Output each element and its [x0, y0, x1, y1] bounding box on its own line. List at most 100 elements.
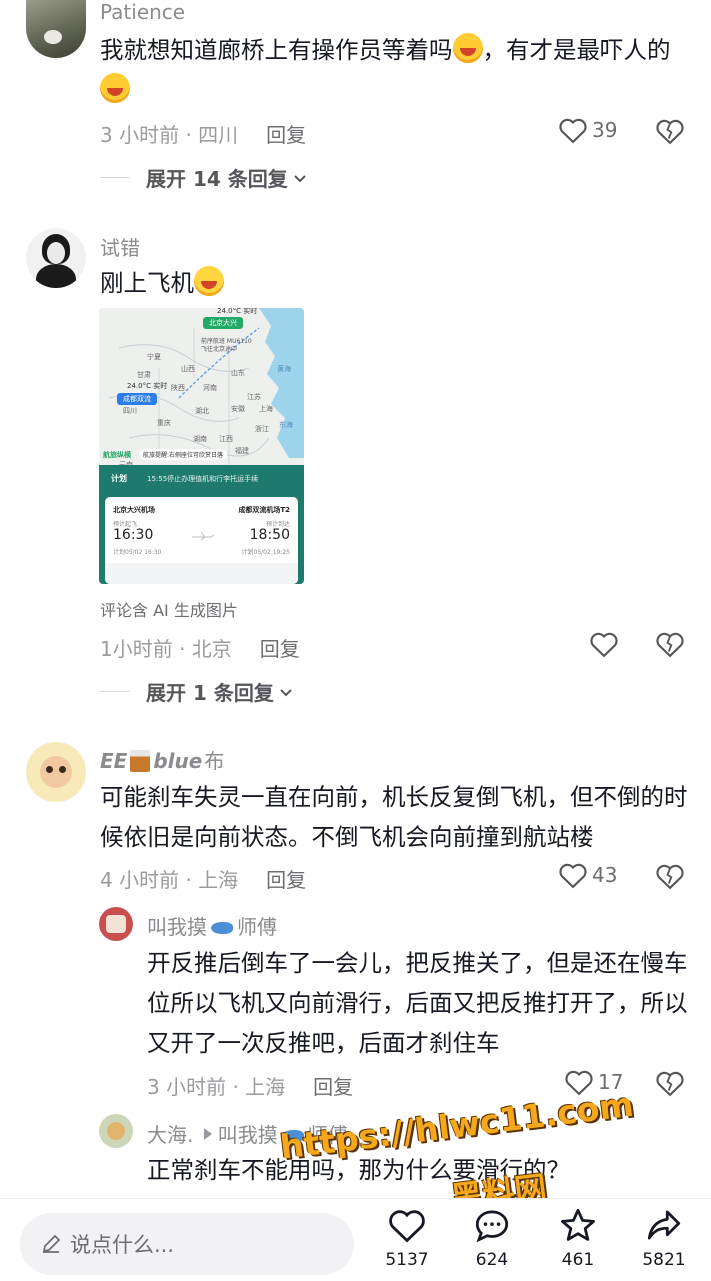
tab-strip — [105, 563, 298, 584]
province-label: 陕西 — [171, 384, 185, 392]
like-button[interactable] — [589, 630, 619, 658]
dislike-heart-icon[interactable] — [655, 1069, 685, 1097]
time-location: 1小时前 · 北京 — [100, 637, 232, 661]
comment-text: 刚上飞机 — [100, 263, 224, 303]
brand-label: 航旅纵横 — [103, 451, 131, 459]
like-count: 43 — [592, 863, 618, 887]
play-arrow-icon — [203, 1128, 212, 1140]
username[interactable]: Patience — [100, 0, 185, 24]
like-button[interactable]: 39 — [558, 116, 617, 144]
avatar[interactable] — [26, 0, 86, 58]
province-label: 宁夏 — [147, 353, 161, 361]
comment-meta: 1小时前 · 北京 回复 — [100, 633, 300, 662]
username-part: EE — [100, 749, 128, 773]
avatar[interactable] — [99, 1114, 133, 1148]
province-label: 湖北 — [195, 407, 209, 415]
comment-count: 624 — [475, 1250, 509, 1270]
ai-note: 评论含 AI 生成图片 — [100, 601, 238, 620]
pencil-icon — [42, 1234, 61, 1253]
notice-text: 航旅提醒:右侧座位可欣赏日落 — [143, 452, 224, 459]
comment-text-part: ，有才是最吓人的 — [482, 36, 671, 64]
avatar[interactable] — [26, 228, 86, 288]
avatar[interactable] — [99, 907, 133, 941]
reply-button[interactable]: 回复 — [260, 637, 300, 661]
province-label: 浙江 — [255, 425, 269, 433]
plan-label: 计划 — [111, 474, 127, 483]
province-label: 江西 — [219, 435, 233, 443]
reply-text: 开反推后倒车了一会儿，把反推关了，但是还在慢车位所以飞机又向前滑行，后面又把反推… — [147, 949, 688, 1057]
heart-icon — [590, 632, 618, 658]
province-label: 山东 — [231, 369, 245, 377]
like-count: 5137 — [385, 1250, 429, 1270]
flight-detail: 北京大兴机场 成都双流机场T2 预计起飞 预计到达 16:30 18:50 计划… — [105, 497, 298, 584]
share-button[interactable]: 5821 — [629, 1207, 699, 1270]
laugh-cry-emoji-icon — [452, 33, 483, 63]
province-label: 河南 — [203, 384, 217, 392]
province-label: 福建 — [235, 447, 249, 455]
comment-button[interactable]: 624 — [457, 1207, 527, 1270]
comment-meta: 3 小时前 · 四川 回复 — [100, 119, 306, 148]
temperature-label: 24.0°C 实时 — [217, 308, 258, 315]
departure-time: 16:30 — [113, 527, 154, 543]
time-location: 3 小时前 · 四川 — [100, 123, 239, 147]
comment-text: 我就想知道廊桥上有操作员等着吗 ，有才是最吓人的 — [100, 30, 680, 110]
like-button[interactable]: 43 — [558, 861, 617, 889]
avatar[interactable] — [26, 742, 86, 802]
username[interactable]: EE blue 布 — [100, 745, 224, 774]
whiskey-emoji-icon — [130, 750, 151, 772]
username-part: blue — [153, 749, 203, 773]
province-label: 江苏 — [247, 393, 261, 401]
origin-temp: 24.0°C 实时 — [127, 382, 168, 390]
heart-icon — [559, 863, 587, 889]
destination-label: 北京大兴 — [209, 319, 237, 327]
username-part: 叫我摸 — [217, 1123, 278, 1147]
departure-plan: 计划05/02 16:30 — [113, 549, 162, 556]
username-part: 师傅 — [237, 915, 277, 939]
sea-label: 黄海 — [277, 365, 291, 373]
comment-text-part: 我就想知道廊桥上有操作员等着吗 — [100, 36, 453, 64]
laugh-cry-emoji-icon — [100, 73, 130, 103]
time-location: 4 小时前 · 上海 — [100, 868, 239, 892]
province-label: 上海 — [259, 405, 273, 413]
comment-input[interactable]: 说点什么... — [20, 1213, 354, 1275]
username[interactable]: 叫我摸 师傅 — [147, 911, 277, 940]
notice: 航旅提醒:右侧座位可欣赏日落 — [139, 449, 228, 460]
province-label: 四川 — [123, 407, 137, 415]
reply-button[interactable]: 回复 — [266, 123, 306, 147]
province-label: 重庆 — [157, 419, 171, 427]
expand-label: 展开 14 条回复 — [146, 167, 288, 191]
fish-emoji-icon — [211, 922, 233, 934]
comment-meta: 4 小时前 · 上海 回复 — [100, 864, 306, 893]
favorite-button[interactable]: 461 — [543, 1207, 613, 1270]
dislike-heart-icon[interactable] — [655, 862, 685, 890]
dislike-heart-icon[interactable] — [655, 630, 685, 658]
flight-sub: 飞往北京途中 — [201, 346, 238, 353]
share-icon — [647, 1210, 681, 1240]
divider — [100, 177, 130, 178]
expand-replies[interactable]: 展开 1 条回复 — [100, 677, 294, 706]
province-label: 安徽 — [231, 405, 245, 413]
origin-tag: 成都双流 — [117, 393, 157, 405]
sea-label: 东海 — [279, 421, 293, 429]
chevron-down-icon — [294, 174, 306, 182]
star-icon — [561, 1208, 595, 1241]
comment-text: 可能刹车失灵一直在向前，机长反复倒飞机，但不倒的时候依旧是向前状态。不倒飞机会向… — [100, 783, 688, 851]
dislike-heart-icon[interactable] — [655, 117, 685, 145]
username[interactable]: 试错 — [100, 232, 140, 261]
favorite-count: 461 — [561, 1250, 595, 1270]
flight-card: 计划 15:55停止办理值机和行李托运手续 北京大兴机场 成都双流机场T2 预计… — [99, 465, 304, 584]
comment-image[interactable]: 24.0°C 实时 北京大兴 前序航班 MU6110 飞往北京途中 24.0°C… — [99, 308, 304, 584]
reply-button[interactable]: 回复 — [266, 868, 306, 892]
comment-meta: 3 小时前 · 上海 回复 — [147, 1071, 353, 1100]
departure-airport: 北京大兴机场 — [113, 506, 155, 514]
username-part: 大海. — [147, 1123, 194, 1147]
comment-text-part: 刚上飞机 — [100, 269, 194, 297]
like-post-button[interactable]: 5137 — [372, 1207, 442, 1270]
reply-button[interactable]: 回复 — [313, 1075, 353, 1099]
divider — [100, 691, 130, 692]
expand-replies[interactable]: 展开 14 条回复 — [100, 163, 308, 192]
share-count: 5821 — [642, 1250, 686, 1270]
origin-label: 成都双流 — [123, 395, 151, 403]
like-count: 39 — [592, 118, 618, 142]
input-placeholder: 说点什么... — [70, 1233, 175, 1257]
